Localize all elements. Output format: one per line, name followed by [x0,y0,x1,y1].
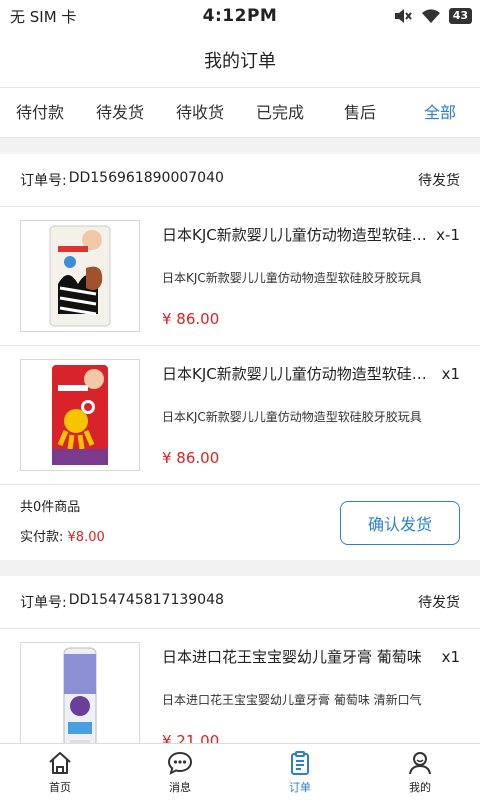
nav-profile-label: 我的 [409,780,431,794]
item-description: 日本KJC新款婴儿儿童仿动物造型软硅胶牙胶玩具 [162,410,422,424]
item-title-row: 日本KJC新款婴儿儿童仿动物造型软硅胶牙胶 x-1 [162,224,460,245]
product-thumbnail [20,359,140,471]
item-title: 日本KJC新款婴儿儿童仿动物造型软硅胶牙胶 [162,365,434,383]
order-icon [291,750,309,775]
bottom-navigation: 首页 消息 订单 我的 [0,743,480,800]
item-title: 日本进口花王宝宝婴幼儿童牙膏 葡萄味 [162,648,422,666]
order-item[interactable]: 日本KJC新款婴儿儿童仿动物造型软硅胶牙胶 x-1 日本KJC新款婴儿儿童仿动物… [0,207,480,346]
order-header: 订单号: DD156961890007040 待发货 [0,154,480,207]
paid-amount: ¥8.00 [67,529,105,545]
section-gap [0,560,480,576]
section-gap [0,138,480,154]
teether-product-image [52,365,108,465]
order-number-label: 订单号: [20,173,67,189]
wifi-icon [421,9,440,23]
item-description: 日本KJC新款婴儿儿童仿动物造型软硅胶牙胶玩具 [162,271,422,285]
nav-orders[interactable]: 订单 [240,744,360,800]
nav-profile[interactable]: 我的 [360,744,480,800]
item-quantity: x1 [441,647,460,666]
item-quantity: x1 [441,364,460,383]
battery-icon: 43 [448,8,472,24]
item-description: 日本进口花王宝宝婴幼儿童牙膏 葡萄味 清新口气 [162,693,422,707]
nav-orders-label: 订单 [289,780,311,794]
product-thumbnail [20,642,140,754]
item-title: 日本KJC新款婴儿儿童仿动物造型软硅胶牙胶 [162,226,429,244]
mute-icon [394,9,412,23]
paid-total: 实付款: ¥8.00 [20,523,105,553]
order-number-value: DD156961890007040 [68,170,224,186]
order-card: 订单号: DD156961890007040 待发货 日本KJC新款婴儿儿童仿动… [0,154,480,560]
order-tabs: 待付款 待发货 待收货 已完成 售后 全部 [0,88,480,138]
order-summary: 共0件商品 实付款: ¥8.00 [20,493,105,553]
item-info: 日本KJC新款婴儿儿童仿动物造型软硅胶牙胶 x-1 日本KJC新款婴儿儿童仿动物… [162,220,460,332]
teether-product-image [49,225,111,327]
tab-pending-receipt[interactable]: 待收货 [160,88,240,138]
item-quantity: x-1 [436,225,460,244]
tab-completed[interactable]: 已完成 [240,88,320,138]
message-icon [167,751,193,775]
tab-after-sales[interactable]: 售后 [320,88,400,138]
item-info: 日本KJC新款婴儿儿童仿动物造型软硅胶牙胶 x1 日本KJC新款婴儿儿童仿动物造… [162,359,460,471]
nav-messages-label: 消息 [169,780,191,794]
order-status: 待发货 [418,595,460,611]
order-item[interactable]: 日本KJC新款婴儿儿童仿动物造型软硅胶牙胶 x1 日本KJC新款婴儿儿童仿动物造… [0,346,480,485]
user-icon [409,751,431,774]
nav-home-label: 首页 [49,780,71,794]
item-price: ¥ 86.00 [162,449,220,467]
item-title-row: 日本进口花王宝宝婴幼儿童牙膏 葡萄味 x1 [162,646,460,667]
item-price: ¥ 86.00 [162,310,220,328]
tab-pending-shipment[interactable]: 待发货 [80,88,160,138]
nav-home[interactable]: 首页 [0,744,120,800]
tab-all[interactable]: 全部 [400,88,480,138]
nav-messages[interactable]: 消息 [120,744,240,800]
page-header: 我的订单 [0,32,480,88]
status-icons: 43 [393,8,472,24]
product-thumbnail [20,220,140,332]
item-count: 共0件商品 [20,499,81,515]
page-title: 我的订单 [204,50,276,72]
tab-pending-payment[interactable]: 待付款 [0,88,80,138]
item-title-row: 日本KJC新款婴儿儿童仿动物造型软硅胶牙胶 x1 [162,363,460,384]
confirm-shipment-button[interactable]: 确认发货 [340,500,460,545]
order-header: 订单号: DD154745817139048 待发货 [0,576,480,629]
item-info: 日本进口花王宝宝婴幼儿童牙膏 葡萄味 x1 日本进口花王宝宝婴幼儿童牙膏 葡萄味… [162,642,460,754]
order-number-value: DD154745817139048 [68,592,224,608]
status-bar: 无 SIM 卡 4:12PM 43 [0,0,480,32]
order-status: 待发货 [418,173,460,189]
order-footer: 共0件商品 实付款: ¥8.00 确认发货 [0,485,480,560]
toothpaste-product-image [63,647,97,749]
order-number: 订单号: DD154745817139048 [20,592,224,612]
paid-label: 实付款: [20,529,64,545]
order-card: 订单号: DD154745817139048 待发货 日本进口花王宝宝婴幼儿童牙… [0,576,480,768]
carrier-text: 无 SIM 卡 [10,7,77,26]
order-number: 订单号: DD156961890007040 [20,170,224,190]
order-number-label: 订单号: [20,595,67,611]
home-icon [49,751,71,774]
